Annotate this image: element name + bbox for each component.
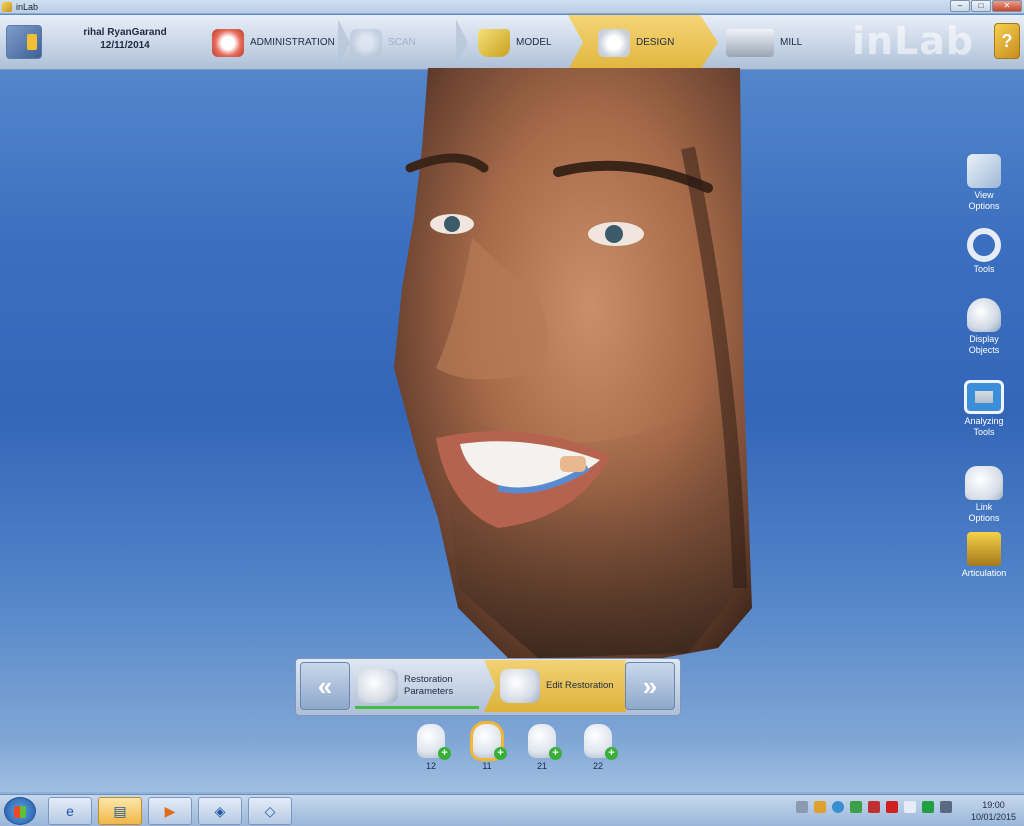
patient-database-icon[interactable] <box>6 25 42 59</box>
tool-label: Options <box>968 201 1000 211</box>
tooth-number: 12 <box>425 761 436 771</box>
system-tray <box>796 801 952 813</box>
step-mill[interactable]: MILL <box>726 15 802 70</box>
network-tray-icon[interactable] <box>796 801 808 813</box>
tool-label: Link <box>975 502 993 512</box>
view-options-button[interactable]: View Options <box>950 154 1018 212</box>
patient-date: 12/11/2014 <box>100 40 150 51</box>
phase-label: Restoration Parameters <box>404 674 454 697</box>
window-controls: – □ ✕ <box>950 0 1022 12</box>
pdf-tray-icon[interactable] <box>886 801 898 813</box>
step-design[interactable]: DESIGN <box>598 15 674 70</box>
window-title: inLab <box>16 1 39 12</box>
tooth-21[interactable]: 21 <box>522 724 562 771</box>
workflow-toolbar: rihal RyanGarand 12/11/2014 ADMINISTRATI… <box>0 15 1024 70</box>
phase-label: Edit Restoration <box>546 680 614 691</box>
analyzing-tools-button[interactable]: Analyzing Tools <box>950 380 1018 438</box>
step-label: MILL <box>780 37 803 48</box>
tool-label: Tools <box>973 427 995 437</box>
start-button[interactable] <box>4 797 36 825</box>
tool-label: View <box>974 190 994 200</box>
articulation-button[interactable]: Articulation <box>950 532 1018 579</box>
phase-restoration-parameters[interactable]: Restoration Parameters <box>352 662 484 710</box>
update-tray-icon[interactable] <box>814 801 826 813</box>
step-label: ADMINISTRATION <box>250 37 335 48</box>
step-scan: SCAN <box>350 15 416 70</box>
phase-edit-restoration[interactable]: Edit Restoration <box>494 662 624 710</box>
clock[interactable]: 19:00 10/01/2015 <box>971 799 1016 823</box>
volume-tray-icon[interactable] <box>904 801 916 813</box>
tool-label: Options <box>968 513 1000 523</box>
next-phase-button[interactable]: » <box>625 662 675 710</box>
monitor-icon <box>964 380 1004 414</box>
tooth-selector-strip <box>0 740 1024 792</box>
sync-tray-icon[interactable] <box>832 801 844 813</box>
display-objects-button[interactable]: Display Objects <box>950 298 1018 356</box>
step-label: MODEL <box>516 37 552 48</box>
security-tray-icon[interactable] <box>850 801 862 813</box>
chevron-separator <box>456 19 468 67</box>
chevron-separator <box>338 19 350 67</box>
tooth-icon <box>528 724 562 760</box>
scan-icon <box>350 28 382 57</box>
tools-button[interactable]: Tools <box>950 228 1018 275</box>
crown-design-icon <box>598 28 630 57</box>
step-label: SCAN <box>388 37 416 48</box>
tooth-12[interactable]: 12 <box>411 724 451 771</box>
clock-date: 10/01/2015 <box>970 812 1016 822</box>
link-options-button[interactable]: Link Options <box>950 466 1018 524</box>
step-administration[interactable]: ADMINISTRATION <box>212 15 335 70</box>
tooth-icon <box>584 724 618 760</box>
tool-label: Objects <box>968 345 1000 355</box>
cerec-app-icon[interactable]: ◈ <box>198 797 242 825</box>
inlab-logo: inLab <box>852 19 975 63</box>
signal-tray-icon[interactable] <box>940 801 952 813</box>
3d-viewport[interactable] <box>388 68 756 668</box>
tooth-number: 22 <box>592 761 603 771</box>
teeth-link-icon <box>965 466 1003 500</box>
model-icon <box>478 28 510 57</box>
patient-name: rihal RyanGarand <box>83 27 167 38</box>
ring-tool-icon <box>967 228 1001 262</box>
ie-icon[interactable]: e <box>48 797 92 825</box>
window-titlebar: inLab – □ ✕ <box>0 0 1024 14</box>
inlab-app-icon[interactable]: ◇ <box>248 797 292 825</box>
milling-machine-icon <box>726 28 774 57</box>
step-label: DESIGN <box>636 37 675 48</box>
antivirus-tray-icon[interactable] <box>868 801 880 813</box>
windows-taskbar: e ▤ ▶ ◈ ◇ 19:00 10/01/2015 <box>0 794 1024 826</box>
display-objects-icon <box>967 298 1001 332</box>
tooth-icon <box>473 724 507 760</box>
step-model[interactable]: MODEL <box>478 15 552 70</box>
crown-icon <box>358 669 398 703</box>
tool-label: Analyzing <box>964 416 1004 426</box>
inlab-app-icon <box>2 1 12 12</box>
phase-progress-bar <box>355 706 479 709</box>
tooth-number: 21 <box>536 761 547 771</box>
tooth-number: 11 <box>482 761 492 771</box>
close-button[interactable]: ✕ <box>992 0 1022 12</box>
articulator-icon <box>967 532 1001 566</box>
tooth-11[interactable]: 11 <box>467 724 507 771</box>
tooth-22[interactable]: 22 <box>578 724 618 771</box>
cube-icon <box>967 154 1001 188</box>
clock-time: 19:00 <box>982 800 1005 810</box>
tool-label: Tools <box>973 264 995 274</box>
maximize-button[interactable]: □ <box>971 0 991 12</box>
crown-edit-icon <box>500 669 540 703</box>
denture-icon <box>212 28 244 57</box>
tooth-icon <box>417 724 451 760</box>
minimize-button[interactable]: – <box>950 0 970 12</box>
help-icon[interactable]: ? <box>994 23 1020 59</box>
tool-label: Articulation <box>961 568 1007 578</box>
face-scan-model <box>394 68 752 666</box>
folder-icon[interactable]: ▤ <box>98 797 142 825</box>
tool-label: Display <box>969 334 999 344</box>
media-player-icon[interactable]: ▶ <box>148 797 192 825</box>
previous-phase-button[interactable]: « <box>300 662 350 710</box>
display-tray-icon[interactable] <box>922 801 934 813</box>
patient-info: rihal RyanGarand 12/11/2014 <box>70 26 180 52</box>
